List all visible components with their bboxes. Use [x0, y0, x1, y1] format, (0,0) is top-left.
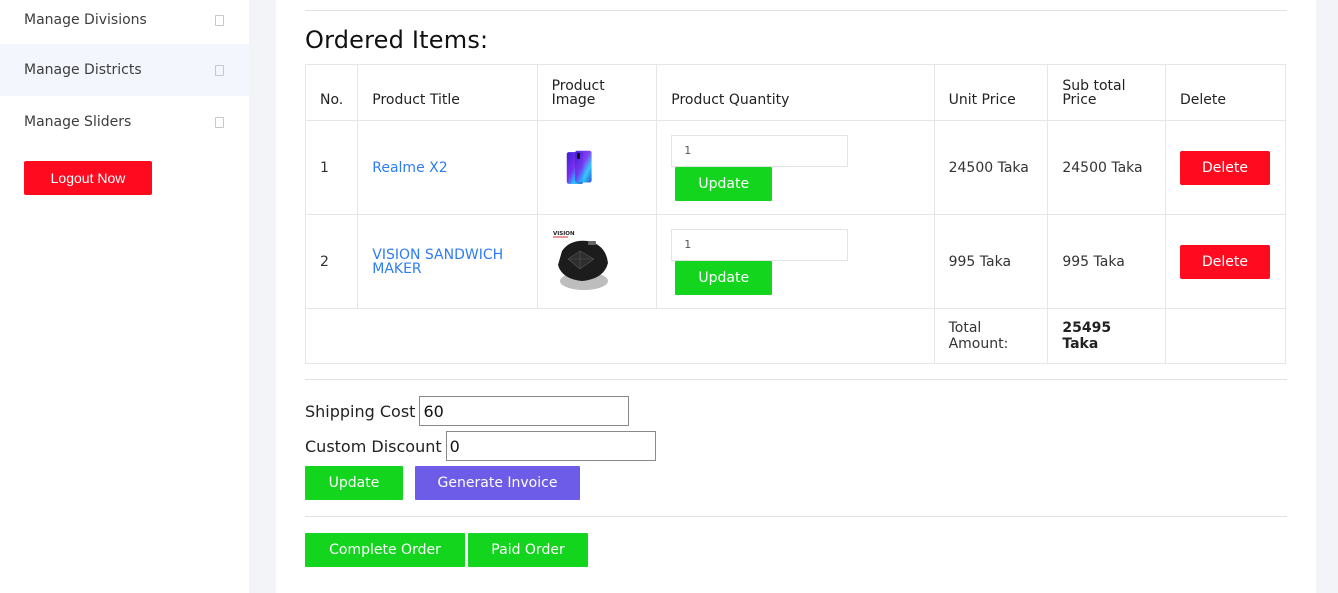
- custom-discount-label: Custom Discount: [305, 436, 442, 456]
- column-header: Delete: [1164, 64, 1287, 121]
- sidebar-item-label: Manage Divisions: [24, 12, 147, 28]
- product-title-link[interactable]: Realme X2: [372, 161, 522, 175]
- total-amount-value: 25495 Taka: [1047, 308, 1166, 364]
- ordered-items-table: No. Product Title Product Image Product …: [304, 64, 1287, 364]
- update-order-button[interactable]: Update: [305, 466, 403, 500]
- divider: [305, 516, 1287, 517]
- generate-invoice-button[interactable]: Generate Invoice: [415, 466, 580, 500]
- chevron-icon: [215, 14, 224, 26]
- custom-discount-input[interactable]: [445, 431, 656, 461]
- unit-price: 24500 Taka: [933, 120, 1049, 215]
- main-content: Ordered Items: No. Product Title Product…: [276, 0, 1316, 593]
- row-number: 1: [304, 120, 359, 215]
- paid-order-button[interactable]: Paid Order: [468, 533, 588, 567]
- sidebar-item-manage-sliders[interactable]: Manage Sliders: [0, 96, 249, 148]
- shipping-cost-input[interactable]: [419, 396, 630, 426]
- total-amount-label: Total Amount:: [948, 320, 1009, 352]
- product-title-link[interactable]: VISION SANDWICH MAKER: [372, 248, 522, 276]
- column-header: Product Title: [357, 64, 538, 121]
- column-header: Sub total Price: [1047, 64, 1166, 121]
- shipping-cost-row: Shipping Cost: [305, 396, 630, 426]
- table-row: 2 VISION SANDWICH MAKER VISION Update: [304, 214, 1287, 309]
- chevron-icon: [215, 64, 224, 76]
- column-header: Unit Price: [933, 64, 1049, 121]
- sidebar-item-manage-districts[interactable]: Manage Districts: [0, 44, 249, 96]
- sidebar-item-label: Manage Sliders: [24, 114, 132, 130]
- sidebar: Manage Divisions Manage Districts Manage…: [0, 0, 249, 593]
- table-header-row: No. Product Title Product Image Product …: [304, 64, 1287, 121]
- subtotal-price: 995 Taka: [1047, 214, 1166, 309]
- update-quantity-button[interactable]: Update: [675, 260, 773, 295]
- update-quantity-button[interactable]: Update: [675, 166, 773, 201]
- custom-discount-row: Custom Discount: [305, 431, 656, 461]
- divider: [305, 10, 1287, 11]
- shipping-cost-label: Shipping Cost: [305, 401, 416, 421]
- quantity-input[interactable]: [671, 228, 849, 261]
- table-row: 1 Realme X2 1 Update 24500 Taka 24500 Ta…: [304, 120, 1287, 215]
- page-title: Ordered Items:: [305, 26, 489, 54]
- chevron-icon: [215, 116, 224, 128]
- column-header: No.: [304, 64, 359, 121]
- empty-cell: [305, 308, 935, 364]
- complete-order-button[interactable]: Complete Order: [305, 533, 465, 567]
- vision-brand-text: VISION: [553, 231, 575, 237]
- sidebar-item-label: Manage Districts: [24, 62, 142, 78]
- column-header: Product Image: [536, 64, 658, 121]
- quantity-input[interactable]: [671, 134, 849, 167]
- logout-button[interactable]: Logout Now: [24, 161, 152, 195]
- total-row: Total Amount: 25495 Taka: [305, 308, 1287, 364]
- row-number: 2: [304, 214, 359, 309]
- unit-price: 995 Taka: [933, 214, 1049, 309]
- sidebar-item-manage-divisions[interactable]: Manage Divisions: [0, 0, 249, 44]
- empty-cell: [1164, 308, 1287, 364]
- delete-button[interactable]: Delete: [1179, 150, 1270, 185]
- delete-button[interactable]: Delete: [1179, 244, 1270, 279]
- subtotal-price: 24500 Taka: [1047, 120, 1166, 215]
- column-header: Product Quantity: [656, 64, 935, 121]
- divider: [305, 379, 1287, 380]
- product-image-sandwich-maker: VISION: [551, 228, 610, 295]
- product-image-phone: [566, 150, 592, 184]
